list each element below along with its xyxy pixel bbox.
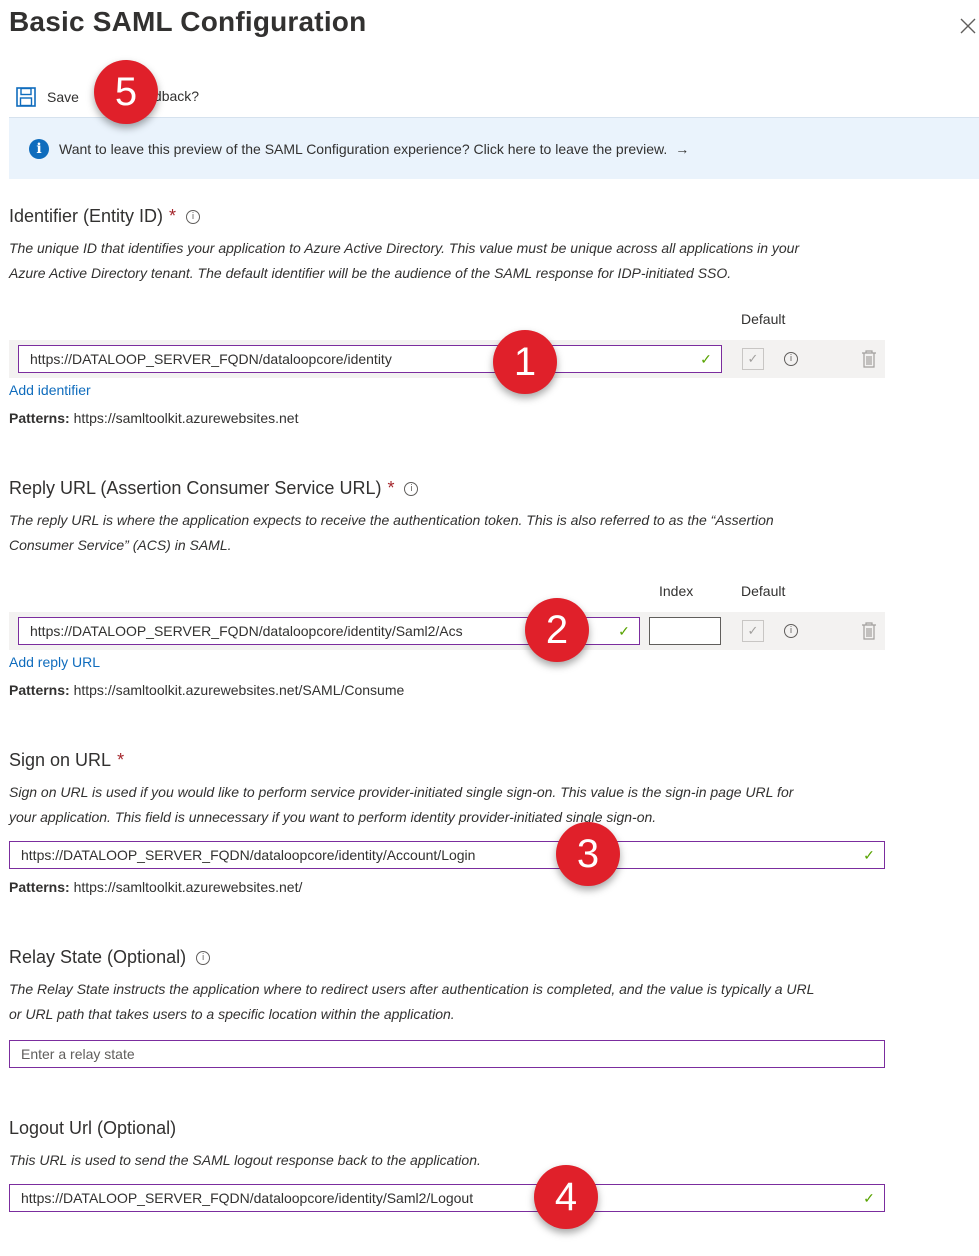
index-input[interactable] bbox=[649, 617, 721, 645]
save-icon bbox=[16, 87, 36, 107]
description-line: or URL path that takes users to a specif… bbox=[9, 1006, 455, 1022]
sign-on-patterns: Patterns: https://samltoolkit.azurewebsi… bbox=[9, 879, 302, 895]
default-checkbox[interactable]: ✓ bbox=[742, 348, 764, 370]
patterns-label: Patterns: bbox=[9, 682, 70, 698]
info-icon[interactable]: i bbox=[196, 950, 211, 965]
info-icon[interactable]: i bbox=[784, 352, 798, 366]
logout-label: Logout Url (Optional) bbox=[9, 1118, 177, 1138]
sign-on-description: Sign on URL is used if you would like to… bbox=[9, 780, 793, 830]
sign-on-section-label: Sign on URL * bbox=[9, 750, 124, 771]
page-title: Basic SAML Configuration bbox=[9, 6, 367, 37]
description-line: This URL is used to send the SAML logout… bbox=[9, 1152, 481, 1168]
close-icon[interactable] bbox=[956, 14, 979, 38]
arrow-right-icon: → bbox=[675, 140, 690, 157]
relay-state-section-label: Relay State (Optional) i bbox=[9, 947, 211, 968]
logout-url-input[interactable]: https://DATALOOP_SERVER_FQDN/dataloopcor… bbox=[9, 1184, 885, 1212]
identifier-patterns: Patterns: https://samltoolkit.azurewebsi… bbox=[9, 410, 298, 426]
sign-on-url-input[interactable]: https://DATALOOP_SERVER_FQDN/dataloopcor… bbox=[9, 841, 885, 869]
identifier-label: Identifier (Entity ID) bbox=[9, 206, 164, 226]
reply-url-description: The reply URL is where the application e… bbox=[9, 508, 774, 558]
info-icon[interactable]: i bbox=[784, 624, 798, 638]
relay-state-placeholder: Enter a relay state bbox=[21, 1046, 135, 1062]
logout-section-label: Logout Url (Optional) bbox=[9, 1118, 176, 1139]
description-line: The Relay State instructs the applicatio… bbox=[9, 981, 815, 997]
checkmark-icon: ✓ bbox=[863, 1189, 875, 1206]
checkmark-icon: ✓ bbox=[863, 846, 875, 863]
banner-text: Want to leave this preview of the SAML C… bbox=[59, 140, 668, 157]
annotation-badge-2: 2 bbox=[525, 598, 589, 662]
add-identifier-link[interactable]: Add identifier bbox=[9, 382, 91, 398]
required-mark: * bbox=[387, 478, 395, 498]
preview-banner[interactable]: i Want to leave this preview of the SAML… bbox=[9, 117, 979, 179]
logout-url-value: https://DATALOOP_SERVER_FQDN/dataloopcor… bbox=[21, 1190, 474, 1206]
reply-url-label: Reply URL (Assertion Consumer Service UR… bbox=[9, 478, 382, 498]
identifier-input[interactable]: https://DATALOOP_SERVER_FQDN/dataloopcor… bbox=[18, 345, 722, 373]
description-line: your application. This field is unnecess… bbox=[9, 809, 657, 825]
reply-url-patterns: Patterns: https://samltoolkit.azurewebsi… bbox=[9, 682, 404, 698]
relay-state-input[interactable]: Enter a relay state bbox=[9, 1040, 885, 1068]
patterns-label: Patterns: bbox=[9, 879, 70, 895]
description-line: Consumer Service” (ACS) in SAML. bbox=[9, 537, 232, 553]
info-icon[interactable]: i bbox=[404, 481, 419, 496]
annotation-badge-4: 4 bbox=[534, 1165, 598, 1229]
relay-state-description: The Relay State instructs the applicatio… bbox=[9, 977, 814, 1027]
annotation-badge-5: 5 bbox=[94, 60, 158, 124]
save-button[interactable]: Save bbox=[15, 84, 79, 110]
default-column-header: Default bbox=[741, 311, 786, 327]
trash-icon[interactable] bbox=[861, 621, 877, 641]
default-column-header: Default bbox=[741, 583, 786, 599]
trash-icon[interactable] bbox=[861, 349, 877, 369]
required-mark: * bbox=[169, 206, 177, 226]
relay-state-label: Relay State (Optional) bbox=[9, 947, 187, 967]
index-column-header: Index bbox=[659, 583, 694, 599]
add-reply-url-link[interactable]: Add reply URL bbox=[9, 654, 100, 670]
annotation-badge-3: 3 bbox=[556, 822, 620, 886]
identifier-section-label: Identifier (Entity ID) * i bbox=[9, 206, 201, 227]
logout-description: This URL is used to send the SAML logout… bbox=[9, 1148, 481, 1173]
checkmark-icon: ✓ bbox=[618, 622, 630, 639]
sign-on-url-value: https://DATALOOP_SERVER_FQDN/dataloopcor… bbox=[21, 847, 476, 863]
required-mark: * bbox=[117, 750, 125, 770]
identifier-value: https://DATALOOP_SERVER_FQDN/dataloopcor… bbox=[30, 351, 392, 367]
info-icon[interactable]: i bbox=[186, 209, 201, 224]
identifier-description: The unique ID that identifies your appli… bbox=[9, 236, 799, 286]
annotation-badge-1: 1 bbox=[493, 330, 557, 394]
description-line: Sign on URL is used if you would like to… bbox=[9, 784, 794, 800]
default-checkbox[interactable]: ✓ bbox=[742, 620, 764, 642]
info-icon: i bbox=[29, 138, 49, 159]
patterns-label: Patterns: bbox=[9, 410, 70, 426]
reply-url-section-label: Reply URL (Assertion Consumer Service UR… bbox=[9, 478, 419, 499]
patterns-value: https://samltoolkit.azurewebsites.net/SA… bbox=[73, 682, 405, 698]
description-line: The unique ID that identifies your appli… bbox=[9, 240, 800, 256]
save-label: Save bbox=[47, 89, 79, 105]
patterns-value: https://samltoolkit.azurewebsites.net bbox=[73, 410, 299, 426]
description-line: Azure Active Directory tenant. The defau… bbox=[9, 265, 732, 281]
sign-on-label: Sign on URL bbox=[9, 750, 112, 770]
description-line: The reply URL is where the application e… bbox=[9, 512, 774, 528]
patterns-value: https://samltoolkit.azurewebsites.net/ bbox=[73, 879, 303, 895]
checkmark-icon: ✓ bbox=[700, 350, 712, 367]
